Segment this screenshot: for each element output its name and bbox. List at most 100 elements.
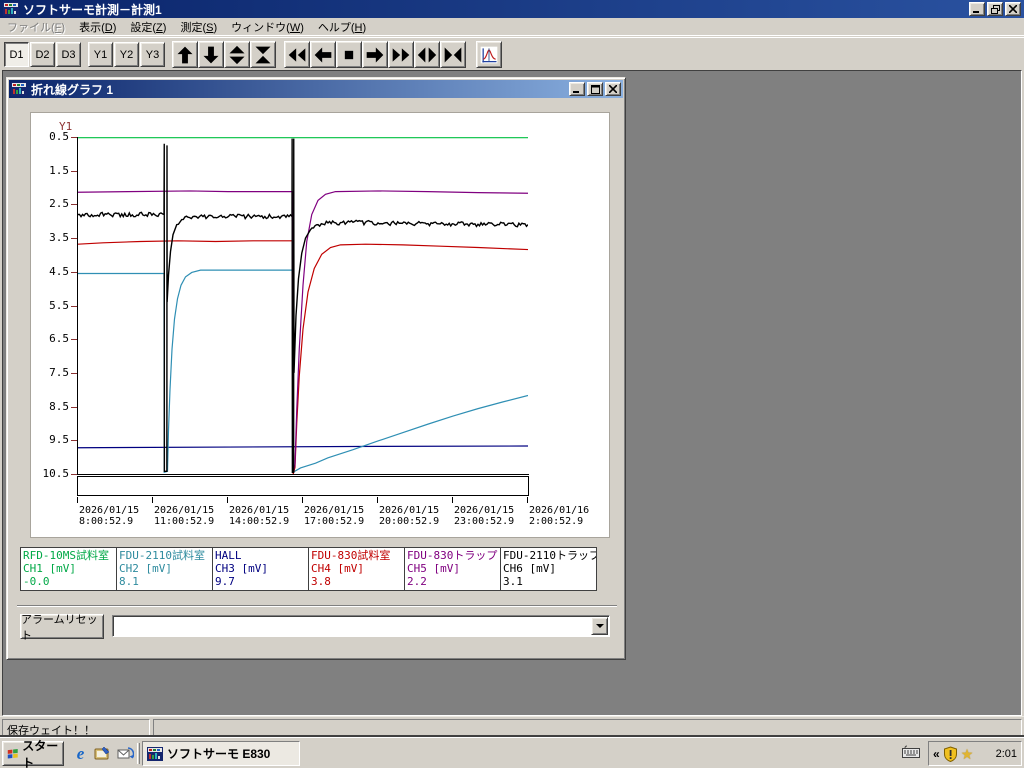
d2-button[interactable]: D2 <box>30 42 55 67</box>
trace-ch4 <box>78 241 528 474</box>
d3-button[interactable]: D3 <box>56 42 81 67</box>
compress-horizontal-button[interactable] <box>440 41 466 68</box>
line-plot <box>78 137 528 474</box>
channel-value: 8.1 <box>119 575 139 588</box>
taskbar: スタート e ソフトサーモ E830 « ★ 2:01 <box>0 737 1024 768</box>
channel-legend: RFD-10MS試料室 CH1 [mV] -0.0 FDU-2110試料室 CH… <box>20 547 597 591</box>
main-titlebar[interactable]: ソフトサーモ計測－計測1 <box>0 0 1024 18</box>
y-tick-label: 4.5 <box>49 264 69 278</box>
graph-settings-button[interactable] <box>476 41 502 68</box>
y-tick-mark <box>71 474 77 475</box>
chart-panel: Y1 0.5 1.5 2.5 3.5 4.5 5.5 6.5 7.5 8.5 9.5 10.5 202… <box>30 112 610 538</box>
expand-horizontal-icon <box>417 47 437 62</box>
trace-ch6 <box>78 139 528 473</box>
child-close-button[interactable] <box>605 82 621 96</box>
y-tick-mark <box>71 339 77 341</box>
desktop: ソフトサーモ計測－計測1 ファイル(F) 表示(D) 設定(Z) 測定(S) ウ… <box>0 0 1024 768</box>
status-message: 保存ウェイト！！ <box>2 719 150 736</box>
menu-config[interactable]: 設定(Z) <box>123 17 173 37</box>
task-button-softthermo[interactable]: ソフトサーモ E830 <box>142 741 300 766</box>
stop-button[interactable] <box>336 41 362 68</box>
combobox-dropdown-button[interactable] <box>591 617 608 635</box>
compress-vertical-button[interactable] <box>250 41 276 68</box>
trace-ch3 <box>78 446 528 448</box>
x-tick-label: 2026/01/15 11:00:52.9 <box>154 505 215 527</box>
toolbar: D1 D2 D3 Y1 Y2 Y3 <box>0 37 1024 70</box>
scroll-range-box <box>77 476 529 496</box>
mdi-client-area: 折れ線グラフ 1 Y1 0.5 1.5 2.5 3.5 4.5 5.5 6.5 … <box>2 70 1022 716</box>
fast-forward-button[interactable] <box>388 41 414 68</box>
y-tick-label: 2.5 <box>49 197 69 211</box>
compress-horizontal-icon <box>444 47 462 62</box>
language-keyboard-icon[interactable] <box>902 745 920 758</box>
x-tick-label: 2026/01/15 23:00:52.9 <box>454 505 515 527</box>
step-left-icon <box>314 47 332 62</box>
y-tick-mark <box>71 406 77 408</box>
channel-unit-label: CH4 [mV] <box>311 562 364 575</box>
close-button[interactable] <box>1005 2 1021 16</box>
alarm-reset-button[interactable]: アラームリセット <box>20 614 104 642</box>
minimize-button[interactable] <box>969 2 985 16</box>
graph-window-icon <box>11 82 27 96</box>
child-maximize-button[interactable] <box>587 82 603 96</box>
show-desktop-icon[interactable] <box>92 743 113 764</box>
expand-vertical-icon <box>229 45 245 64</box>
y-tick-mark <box>71 440 77 442</box>
y-tick-label: 8.5 <box>49 399 69 413</box>
menu-help[interactable]: ヘルプ(H) <box>311 17 373 37</box>
windows-logo-icon <box>7 748 18 759</box>
window-title: ソフトサーモ計測－計測1 <box>23 2 162 17</box>
y-tick-mark <box>71 170 77 172</box>
chevron-down-icon <box>595 624 604 628</box>
alarm-combobox[interactable] <box>112 615 610 637</box>
x-tick-mark <box>527 497 528 503</box>
y-tick-mark <box>71 238 77 240</box>
internet-explorer-icon[interactable]: e <box>70 743 91 764</box>
scroll-up-icon <box>177 46 193 63</box>
menubar: ファイル(F) 表示(D) 設定(Z) 測定(S) ウィンドウ(W) ヘルプ(H… <box>0 18 1024 36</box>
d1-button[interactable]: D1 <box>4 42 29 67</box>
star-icon[interactable]: ★ <box>961 747 974 761</box>
child-maximize-icon <box>590 84 600 94</box>
channel-value: 9.7 <box>215 575 235 588</box>
scroll-up-button[interactable] <box>172 41 198 68</box>
step-left-button[interactable] <box>310 41 336 68</box>
y3-button[interactable]: Y3 <box>140 42 165 67</box>
y2-button[interactable]: Y2 <box>114 42 139 67</box>
expand-horizontal-button[interactable] <box>414 41 440 68</box>
scroll-down-button[interactable] <box>198 41 224 68</box>
menu-window[interactable]: ウィンドウ(W) <box>224 17 311 37</box>
fast-forward-icon <box>392 47 410 62</box>
step-right-icon <box>366 47 384 62</box>
outlook-express-icon[interactable] <box>114 743 135 764</box>
channel-unit-label: CH5 [mV] <box>407 562 460 575</box>
expand-vertical-button[interactable] <box>224 41 250 68</box>
menu-file: ファイル(F) <box>7 21 66 34</box>
menu-measure[interactable]: 測定(S) <box>173 17 224 37</box>
task-button-label: ソフトサーモ E830 <box>167 747 271 761</box>
fast-rewind-button[interactable] <box>284 41 310 68</box>
start-button[interactable]: スタート <box>2 739 64 768</box>
security-shield-icon[interactable] <box>943 745 958 762</box>
scroll-down-icon <box>203 46 219 63</box>
menu-view[interactable]: 表示(D) <box>72 17 123 37</box>
minimize-icon <box>973 10 979 13</box>
x-tick-label: 2026/01/16 2:00:52.9 <box>529 505 590 527</box>
channel-name: FDU-2110トラップ <box>503 549 597 562</box>
tray-collapse-chevron[interactable]: « <box>933 748 940 760</box>
step-right-button[interactable] <box>362 41 388 68</box>
y-tick-label: 0.5 <box>49 130 69 143</box>
child-minimize-button[interactable] <box>569 82 585 96</box>
channel-unit-label: CH3 [mV] <box>215 562 268 575</box>
line-graph-window: 折れ線グラフ 1 Y1 0.5 1.5 2.5 3.5 4.5 5.5 6.5 … <box>6 77 626 660</box>
compress-vertical-icon <box>255 46 271 63</box>
x-tick-mark <box>302 497 303 503</box>
tray-clock: 2:01 <box>995 747 1017 760</box>
close-icon <box>1009 5 1017 13</box>
legend-cell: FDU-830試料室 CH4 [mV] 3.8 <box>308 547 405 591</box>
y-tick-label: 1.5 <box>49 163 69 177</box>
y1-button[interactable]: Y1 <box>88 42 113 67</box>
restore-button[interactable] <box>987 2 1003 16</box>
y-tick-mark <box>71 137 77 138</box>
child-titlebar[interactable]: 折れ線グラフ 1 <box>9 80 623 98</box>
